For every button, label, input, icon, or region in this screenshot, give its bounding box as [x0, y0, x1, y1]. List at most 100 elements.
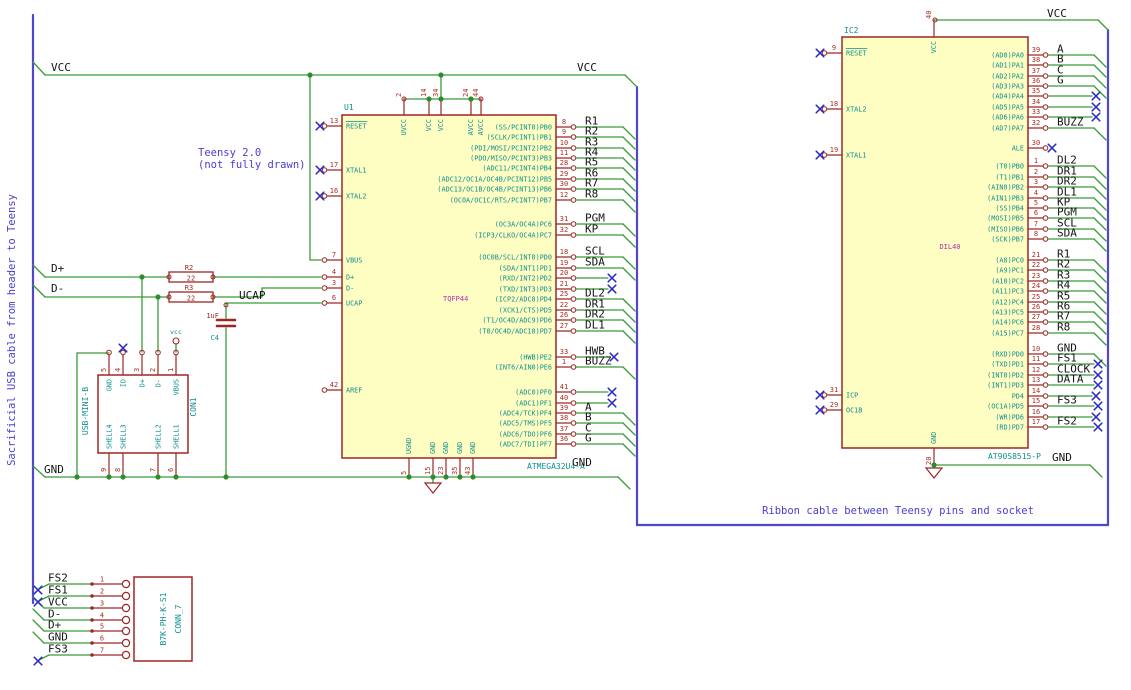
junction-dot [155, 294, 161, 300]
pin-number: 18 [830, 100, 838, 108]
pin-end-circle [570, 265, 577, 271]
pin-number: 34 [432, 89, 440, 97]
net-label[interactable]: R8 [1057, 321, 1070, 334]
net-label[interactable]: FS3 [1057, 394, 1077, 407]
junction-dot [155, 474, 161, 480]
net-label[interactable]: G [1057, 74, 1064, 87]
junction-dot [438, 72, 444, 78]
net-label-vcc-left[interactable]: VCC [51, 61, 71, 74]
net-label[interactable]: BUZZ [1057, 116, 1084, 129]
bus-entry [622, 188, 636, 202]
pin-end-circle [321, 285, 328, 291]
bus-entry [622, 422, 636, 436]
net-label[interactable]: KP [585, 223, 599, 236]
pin-number: 4 [100, 612, 104, 620]
pin-name: (OC0B/SCL/INT0)PD0 [478, 253, 552, 261]
pin-number: 32 [560, 226, 568, 234]
pin-number: 7 [332, 251, 336, 259]
pin-end-circle [1042, 361, 1049, 367]
pin-number: 39 [560, 404, 568, 412]
bus-entry [622, 157, 636, 171]
bus-entry [622, 147, 636, 161]
pin-number: 5 [100, 368, 108, 372]
pin-number: 10 [560, 139, 568, 147]
bus-entry [622, 433, 636, 447]
bus-entry [1093, 321, 1107, 335]
con1-reference[interactable]: CON1 [189, 397, 198, 416]
pin-end-circle [1042, 403, 1049, 409]
net-label-gnd-left[interactable]: GND [44, 463, 64, 476]
pin-end-circle [1042, 205, 1049, 211]
net-label-d-minus[interactable]: D- [51, 282, 64, 295]
net-label[interactable]: FS3 [48, 643, 68, 656]
pin-number: 29 [830, 401, 838, 409]
pin-name: SHELL3 [120, 424, 128, 449]
pin-name: GND [930, 432, 938, 444]
u1-reference[interactable]: U1 [344, 103, 354, 112]
net-label-vcc-mid[interactable]: VCC [577, 61, 597, 74]
bus-entry [1093, 311, 1107, 325]
pin-end-circle [321, 167, 328, 173]
con1-part-name: USB-MINI-B [81, 387, 90, 435]
net-label-ucap[interactable]: UCAP [239, 289, 266, 302]
net-label-gnd-right[interactable]: GND [1052, 451, 1072, 464]
vcc-power-symbol-label: vcc [170, 328, 182, 336]
net-label[interactable]: DATA [1057, 373, 1084, 386]
pin-name: (ADC6/TDO)PF6 [499, 430, 552, 438]
pin-number: 24 [1032, 282, 1040, 290]
ic2-reference[interactable]: IC2 [844, 26, 859, 35]
bus-entry [622, 223, 636, 237]
pin-end-circle [570, 254, 577, 260]
pin-number: 41 [560, 383, 568, 391]
r3-reference[interactable]: R3 [185, 284, 193, 292]
pin-number: 24 [462, 89, 470, 97]
bus-entry [1093, 186, 1107, 200]
pin-number: 23 [1032, 272, 1040, 280]
bus-entry [1093, 290, 1107, 304]
pin-name: SHELL4 [106, 424, 114, 449]
pin-end-circle [570, 155, 577, 161]
pin-end-circle [1042, 104, 1049, 110]
pin-name: (INT0)PD2 [987, 371, 1024, 379]
pin-end-circle [821, 50, 828, 56]
net-label[interactable]: SDA [1057, 227, 1077, 240]
pin-number: 16 [330, 187, 338, 195]
conn7-reference[interactable]: CONN_7 [174, 604, 183, 633]
net-label-vcc-right[interactable]: VCC [1047, 7, 1067, 20]
pin-name: (RXD/INT2)PD2 [499, 274, 552, 282]
bus-entry [32, 631, 45, 644]
pin-name: (AD7)PA7 [991, 124, 1024, 132]
pin-name: ICP [846, 391, 858, 399]
pin-name: ALE [1012, 144, 1024, 152]
net-label[interactable]: BUZZ [585, 355, 612, 368]
pin-name: (AD0)PA0 [991, 51, 1024, 59]
pin-number: 40 [925, 11, 933, 19]
pin-end-circle [570, 328, 577, 334]
net-label[interactable]: G [585, 432, 592, 445]
pin-number: 5 [400, 471, 408, 475]
pin-number: 31 [830, 386, 838, 394]
pin-name: (ICP2/ADC8)PD4 [495, 295, 552, 303]
net-label[interactable]: SDA [585, 256, 605, 269]
pin-name: VCC [437, 119, 445, 131]
junction-dot [307, 72, 313, 78]
pin-end-circle [1042, 278, 1049, 284]
pin-name: XTAL1 [346, 166, 366, 174]
pin-end-circle [1042, 93, 1049, 99]
net-label[interactable]: DL1 [585, 319, 605, 332]
pin-name: (AD2)PA2 [991, 72, 1024, 80]
c4-reference[interactable]: C4 [211, 334, 219, 342]
pin-number: 8 [114, 468, 122, 472]
net-label-gnd-mid[interactable]: GND [572, 456, 592, 469]
pin-end-circle [570, 186, 577, 192]
net-label-d-plus[interactable]: D+ [51, 262, 65, 275]
r2-reference[interactable]: R2 [185, 264, 193, 272]
schematic-canvas[interactable]: Sacrificial USB cable from header to Tee… [0, 0, 1131, 690]
net-label[interactable]: FS2 [1057, 415, 1077, 428]
pin-name: (ICP3/CLKO/OC4A)PC7 [474, 231, 552, 239]
net-label[interactable]: R8 [585, 188, 598, 201]
pin-name: (XCK1/CTS)PD5 [499, 306, 552, 314]
bus-entry [1093, 301, 1107, 315]
bus-entry [1093, 228, 1107, 242]
pin-number: 4 [332, 268, 336, 276]
